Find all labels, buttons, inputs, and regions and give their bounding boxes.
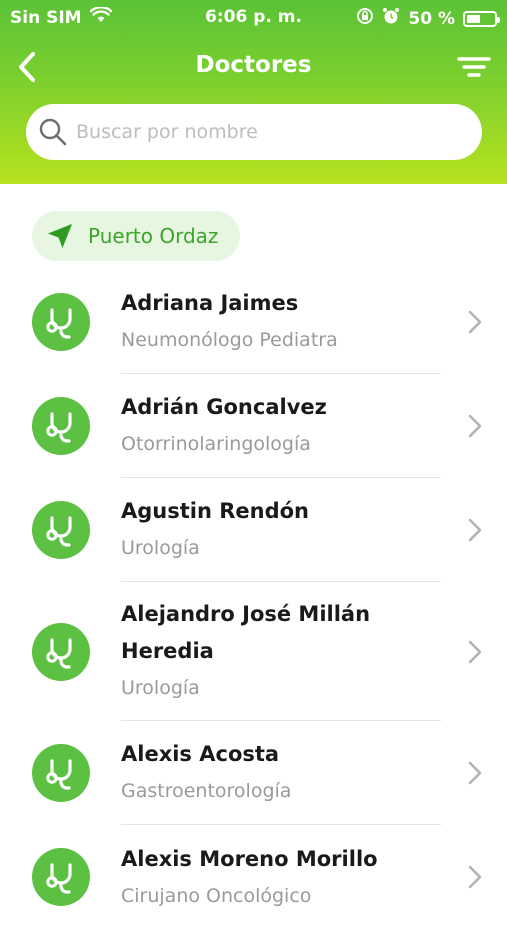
doctor-list: Adriana Jaimes Neumonólogo Pediatra Adrián… bbox=[0, 270, 507, 929]
stethoscope-icon bbox=[32, 501, 90, 559]
doctor-info: Agustin Rendón Urología bbox=[121, 478, 441, 582]
battery-icon bbox=[463, 10, 500, 27]
doctor-row[interactable]: Agustin Rendón Urología bbox=[0, 478, 507, 582]
search-icon bbox=[39, 118, 67, 146]
page-title: Doctores bbox=[195, 52, 312, 78]
doctor-info: Alexis Moreno Morillo Cirujano Oncológico bbox=[121, 825, 441, 929]
battery-fill bbox=[467, 14, 480, 23]
search-input[interactable] bbox=[74, 120, 458, 144]
chevron-right-icon bbox=[468, 640, 482, 663]
doctor-specialty: Otorrinolaringología bbox=[121, 433, 311, 455]
filter-icon bbox=[457, 57, 491, 77]
doctor-name: Alexis Acosta bbox=[121, 742, 280, 766]
location-label: Puerto Ordaz bbox=[88, 224, 219, 248]
doctor-specialty: Gastroentorología bbox=[121, 780, 292, 802]
stethoscope-icon bbox=[32, 622, 90, 681]
doctor-info: Alexis Acosta Gastroentorología bbox=[121, 721, 441, 825]
chevron-right-icon bbox=[468, 310, 482, 334]
doctor-row[interactable]: Adriana Jaimes Neumonólogo Pediatra bbox=[0, 270, 507, 374]
battery-percent: 50 % bbox=[408, 8, 455, 29]
doctor-name: Adriana Jaimes bbox=[121, 291, 299, 315]
navigation-bar: Doctores bbox=[0, 40, 507, 94]
stethoscope-icon bbox=[32, 293, 90, 351]
chevron-right-icon bbox=[468, 761, 482, 785]
chevron-right-icon bbox=[468, 414, 482, 438]
doctor-specialty: Urología bbox=[121, 677, 200, 699]
doctor-specialty: Urología bbox=[121, 537, 200, 559]
doctor-specialty: Cirujano Oncológico bbox=[121, 884, 312, 907]
status-bar: Sin SIM 6:06 p. m. 50 % bbox=[0, 0, 507, 36]
doctor-info: Adriana Jaimes Neumonólogo Pediatra bbox=[121, 270, 441, 374]
location-chip[interactable]: Puerto Ordaz bbox=[32, 211, 241, 261]
status-right: 50 % bbox=[356, 7, 500, 30]
doctor-name: Agustin Rendón bbox=[121, 499, 310, 523]
chevron-right-icon bbox=[468, 518, 482, 542]
doctor-row[interactable]: Adrián Goncalvez Otorrinolaringología bbox=[0, 374, 507, 478]
rotation-lock-icon bbox=[356, 7, 374, 30]
doctor-row[interactable]: Alejandro José Millán Heredia Urología bbox=[0, 582, 507, 721]
chevron-right-icon bbox=[468, 865, 482, 889]
stethoscope-icon bbox=[32, 397, 90, 455]
location-arrow-icon bbox=[48, 224, 72, 248]
search-bar[interactable] bbox=[26, 104, 482, 160]
stethoscope-icon bbox=[32, 744, 90, 802]
filter-button[interactable] bbox=[455, 50, 493, 84]
doctor-info: Adrián Goncalvez Otorrinolaringología bbox=[121, 374, 441, 478]
doctor-specialty: Neumonólogo Pediatra bbox=[121, 329, 338, 351]
alarm-icon bbox=[382, 7, 400, 30]
doctor-row[interactable]: Alexis Acosta Gastroentorología bbox=[0, 721, 507, 825]
doctor-info: Alejandro José Millán Heredia Urología bbox=[121, 582, 441, 721]
doctor-name: Alexis Moreno Morillo bbox=[121, 846, 378, 871]
stethoscope-icon bbox=[32, 848, 90, 906]
doctor-row[interactable]: Alexis Moreno Morillo Cirujano Oncológico bbox=[0, 825, 507, 929]
doctor-name: Alejandro José Millán Heredia bbox=[121, 602, 371, 663]
doctor-name: Adrián Goncalvez bbox=[121, 395, 327, 419]
